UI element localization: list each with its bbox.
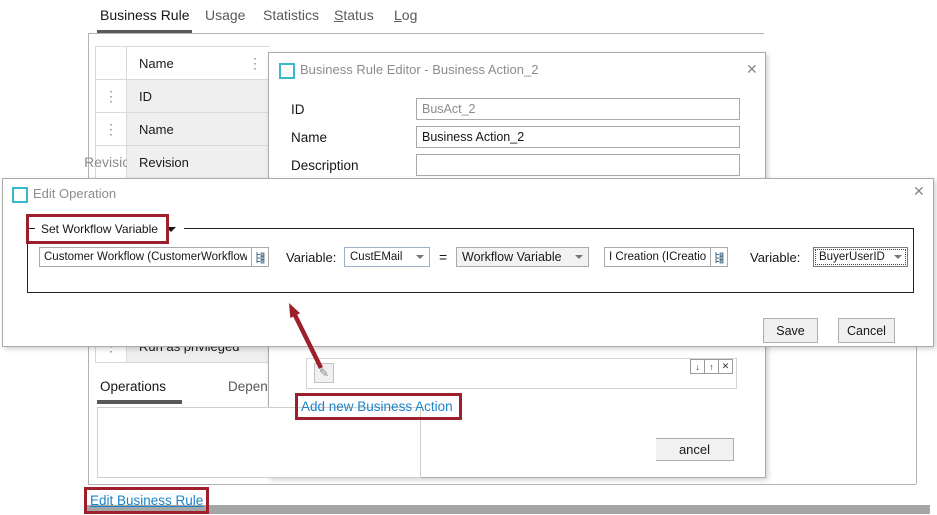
target-variable-select[interactable]: CustEMail	[344, 247, 430, 267]
operations-panel	[97, 407, 421, 478]
source-type-value: Workflow Variable	[462, 250, 562, 264]
name-label: Name	[291, 130, 327, 145]
row-label: Revision	[127, 146, 270, 178]
chevron-down-icon	[894, 255, 902, 259]
active-lower-tab-underline	[97, 400, 182, 404]
move-down-icon[interactable]: ↓	[690, 359, 705, 374]
chevron-down-icon	[416, 255, 424, 259]
tab-log[interactable]: Log	[394, 7, 417, 23]
cancel-button-partial[interactable]: ancel	[656, 438, 734, 461]
tab-status[interactable]: Status	[334, 7, 374, 23]
tab-statistics[interactable]: Statistics	[263, 7, 319, 23]
move-up-icon[interactable]: ↑	[704, 359, 719, 374]
tab-usage[interactable]: Usage	[205, 7, 245, 23]
id-field[interactable]	[416, 98, 740, 120]
target-variable-value: CustEMail	[350, 251, 402, 263]
dialog-title: Business Rule Editor - Business Action_2	[300, 62, 538, 77]
screen: Business Rule Usage Statistics Status Lo…	[0, 0, 937, 515]
description-field[interactable]	[416, 154, 740, 176]
row-drag-handle-icon[interactable]: ⋮	[96, 80, 127, 112]
row-label: ID	[127, 80, 270, 112]
target-variable-label: Variable:	[286, 250, 336, 265]
save-button[interactable]: Save	[763, 318, 818, 343]
window-right-border	[916, 347, 917, 484]
edit-business-rule-link[interactable]: Edit Business Rule	[90, 493, 203, 508]
edit-business-rule-link-wrap: Edit Business Rule	[90, 492, 203, 510]
dialog-icon	[12, 187, 28, 203]
dialog-title: Edit Operation	[33, 186, 116, 201]
description-label: Description	[291, 158, 359, 173]
table-row[interactable]: ⋮ Name	[96, 113, 270, 146]
source-variable-value: BuyerUserID	[819, 251, 885, 263]
row-drag-handle-icon[interactable]: ⋮	[96, 113, 127, 145]
window-bottom-border	[88, 484, 916, 485]
column-header-name: Name	[139, 56, 174, 71]
source-workflow-field[interactable]	[604, 247, 711, 267]
row-label: Name	[127, 113, 270, 145]
close-icon[interactable]: ✕	[746, 62, 758, 76]
cancel-button[interactable]: Cancel	[838, 318, 895, 343]
source-type-select[interactable]: Workflow Variable	[456, 247, 589, 267]
source-variable-label: Variable:	[750, 250, 800, 265]
tab-business-rule[interactable]: Business Rule	[100, 7, 190, 23]
operation-type-value: Set Workflow Variable	[41, 222, 158, 236]
equals-operator: =	[439, 249, 447, 265]
edit-operation-dialog: Edit Operation ✕ Set Workflow Variable V…	[2, 178, 934, 347]
table-row[interactable]: ⋮ ID	[96, 80, 270, 113]
table-row[interactable]: Revision Revision	[96, 146, 270, 179]
tabs-divider	[88, 33, 764, 34]
operation-type-dropdown[interactable]: Set Workflow Variable	[35, 219, 184, 239]
add-business-action-link[interactable]: Add new Business Action	[301, 399, 453, 414]
workflow-tree-picker-icon[interactable]	[710, 247, 728, 267]
workflow-tree-picker-icon[interactable]	[251, 247, 269, 267]
delete-item-icon[interactable]: ✕	[718, 359, 733, 374]
source-variable-select[interactable]: BuyerUserID	[813, 247, 908, 267]
edit-pencil-icon[interactable]: ✎	[314, 363, 334, 383]
add-business-action-link-wrap: Add new Business Action	[301, 398, 453, 416]
row-drag-handle-icon[interactable]: Revision	[96, 146, 127, 178]
target-workflow-field[interactable]	[39, 247, 252, 267]
column-menu-icon[interactable]: ⋮	[248, 55, 262, 72]
header-handle-cell	[96, 47, 127, 79]
attribute-table: Name ⋮ ⋮ ID ⋮ Name Revision Revision	[95, 46, 270, 179]
name-field[interactable]	[416, 126, 740, 148]
close-icon[interactable]: ✕	[913, 184, 925, 198]
tab-operations[interactable]: Operations	[100, 379, 166, 394]
table-header-row: Name ⋮	[96, 47, 270, 80]
dialog-icon	[279, 63, 295, 79]
chevron-down-icon	[166, 227, 176, 232]
business-action-list-item[interactable]: ✎ ↓ ↑ ✕	[306, 358, 737, 389]
horizontal-scrollbar[interactable]	[85, 505, 930, 514]
id-label: ID	[291, 102, 305, 117]
chevron-down-icon	[575, 255, 583, 259]
